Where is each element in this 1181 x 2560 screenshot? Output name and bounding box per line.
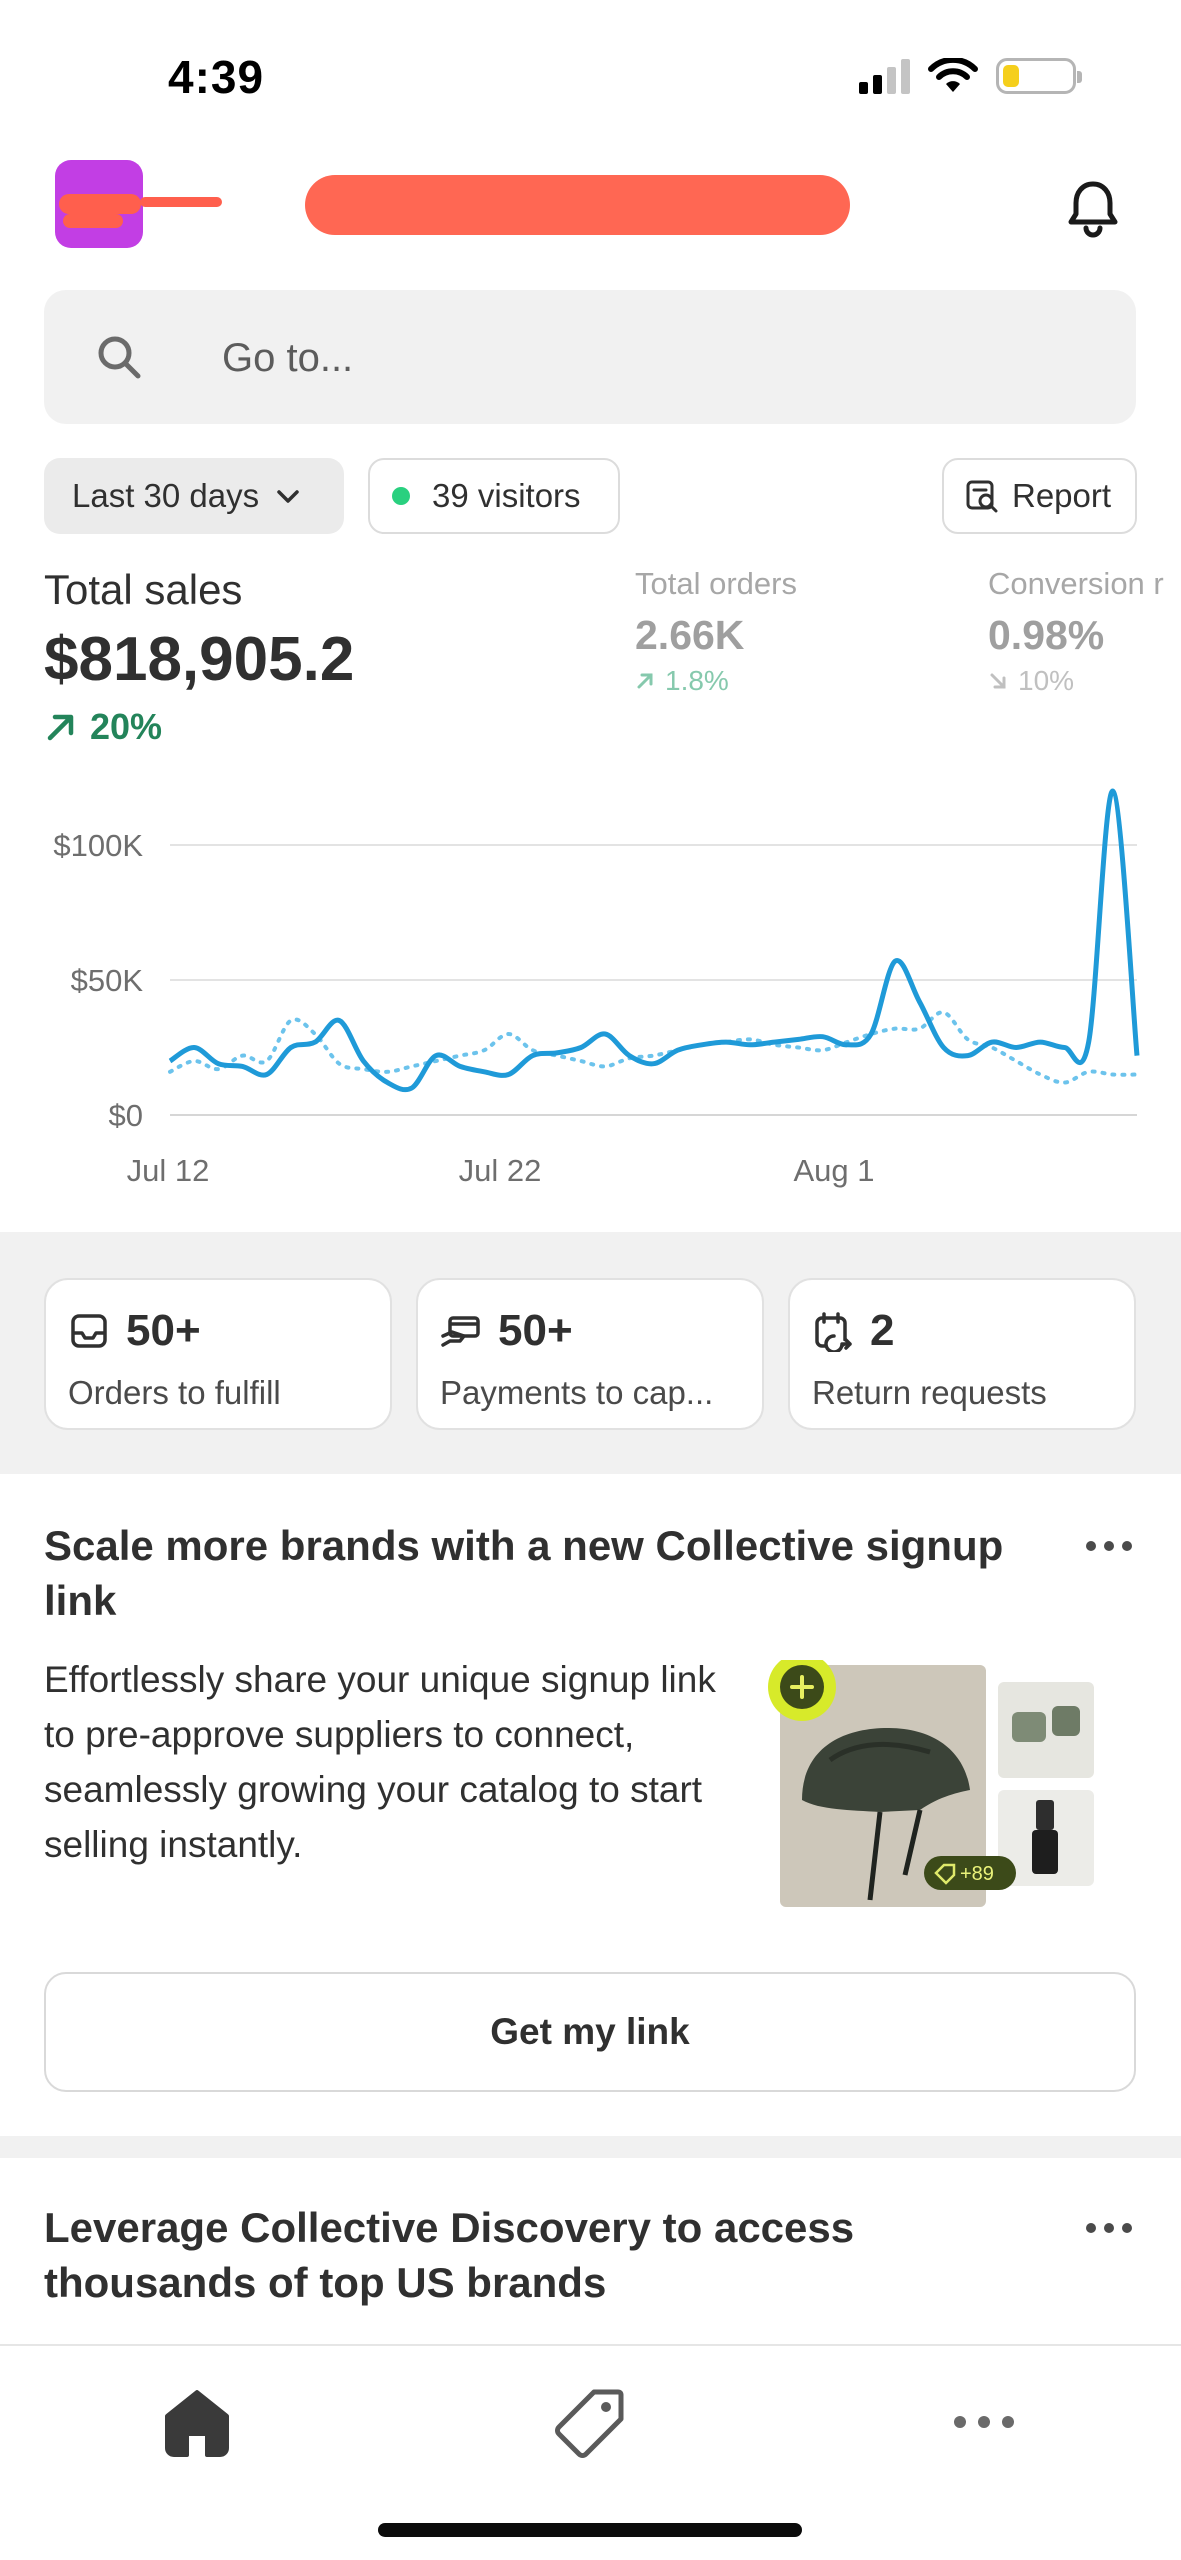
status-icons xyxy=(859,58,1082,94)
date-range-selector[interactable]: Last 30 days xyxy=(44,458,344,534)
total-sales-delta-value: 20% xyxy=(90,706,163,747)
cellular-signal-icon xyxy=(859,58,910,94)
chart-y-tick-label: $0 xyxy=(109,1098,143,1133)
total-sales-label[interactable]: Total sales xyxy=(44,566,242,614)
more-options-icon[interactable] xyxy=(1085,1536,1133,1556)
section-divider xyxy=(0,2136,1181,2158)
total-orders-delta: 1.8% xyxy=(635,665,797,697)
conversion-rate-metric[interactable]: Conversion r 0.98% 10% xyxy=(988,566,1181,697)
report-icon xyxy=(966,480,998,513)
more-icon[interactable] xyxy=(944,2382,1024,2462)
total-orders-metric[interactable]: Total orders 2.66K 1.8% xyxy=(635,566,797,697)
total-orders-label: Total orders xyxy=(635,566,797,601)
orders-to-fulfill-label: Orders to fulfill xyxy=(68,1374,281,1411)
tag-icon[interactable] xyxy=(550,2382,630,2462)
total-orders-delta-value: 1.8% xyxy=(665,665,729,696)
conversion-rate-delta: 10% xyxy=(988,665,1181,697)
chevron-down-icon xyxy=(277,490,299,503)
status-time: 4:39 xyxy=(168,51,265,103)
promo-description: Effortlessly share your unique signup li… xyxy=(44,1659,716,1865)
promo-title: Scale more brands with a new Collective … xyxy=(44,1522,1004,1624)
battery-icon xyxy=(996,58,1082,94)
arrow-up-right-icon xyxy=(47,714,74,741)
search-input[interactable] xyxy=(222,330,1082,386)
conversion-rate-label: Conversion r xyxy=(988,566,1164,601)
chart-x-tick-label: Aug 1 xyxy=(793,1153,874,1188)
chart-y-tick-label: $100K xyxy=(53,828,143,863)
payments-to-capture-count: 50+ xyxy=(498,1306,573,1355)
promo-product-image: +89 xyxy=(768,1660,1094,1907)
return-requests-count: 2 xyxy=(870,1306,895,1355)
date-range-label: Last 30 days xyxy=(72,477,260,514)
live-status-dot xyxy=(392,487,410,505)
wifi-icon xyxy=(928,58,978,92)
arrow-up-right-icon xyxy=(637,673,653,689)
redaction-mark xyxy=(140,197,222,207)
chart-x-tick-label: Jul 12 xyxy=(127,1153,210,1188)
search-icon xyxy=(98,336,141,379)
payment-hand-icon xyxy=(441,1316,480,1347)
tasks-section: 50+ Orders to fulfill 50+ Payments to ca… xyxy=(0,1232,1181,1474)
visitors-label: 39 visitors xyxy=(432,477,581,514)
payments-to-capture-label: Payments to cap... xyxy=(440,1374,714,1411)
bell-icon[interactable] xyxy=(1065,178,1121,238)
payments-to-capture-card[interactable]: 50+ Payments to cap... xyxy=(416,1278,764,1430)
store-logo[interactable] xyxy=(55,160,143,248)
more-options-icon[interactable] xyxy=(1085,2218,1133,2238)
chart-x-tick-label: Jul 22 xyxy=(459,1153,542,1188)
conversion-rate-delta-value: 10% xyxy=(1018,665,1075,696)
return-requests-card[interactable]: 2 Return requests xyxy=(788,1278,1136,1430)
chart-series-line-comparison xyxy=(168,1010,1139,1085)
home-icon[interactable] xyxy=(157,2382,237,2462)
report-button[interactable]: Report xyxy=(942,458,1137,534)
return-icon xyxy=(815,1312,852,1352)
total-sales-delta: 20% xyxy=(44,706,162,748)
store-name-redacted xyxy=(305,175,850,235)
chart-y-tick-label: $50K xyxy=(71,963,144,998)
promo2-title: Leverage Collective Discovery to access … xyxy=(44,2204,855,2306)
promo-image-tag: +89 xyxy=(960,1863,994,1885)
total-orders-value: 2.66K xyxy=(635,612,745,658)
live-visitors-button[interactable]: 39 visitors xyxy=(368,458,620,534)
home-indicator xyxy=(378,2523,802,2537)
sales-chart[interactable]: $100K $50K $0 Jul 12 Jul 22 Aug 1 xyxy=(0,770,1181,1190)
conversion-rate-value: 0.98% xyxy=(988,612,1105,658)
total-sales-value: $818,905.2 xyxy=(44,625,355,694)
get-my-link-button[interactable]: Get my link xyxy=(44,1972,1136,2092)
search-bar[interactable] xyxy=(44,290,1136,424)
orders-to-fulfill-count: 50+ xyxy=(126,1306,201,1355)
inbox-icon xyxy=(71,1314,107,1348)
arrow-down-right-icon xyxy=(990,673,1006,689)
return-requests-label: Return requests xyxy=(812,1374,1047,1411)
chart-series-line-current xyxy=(168,788,1140,1093)
report-label: Report xyxy=(1012,477,1112,514)
orders-to-fulfill-card[interactable]: 50+ Orders to fulfill xyxy=(44,1278,392,1430)
